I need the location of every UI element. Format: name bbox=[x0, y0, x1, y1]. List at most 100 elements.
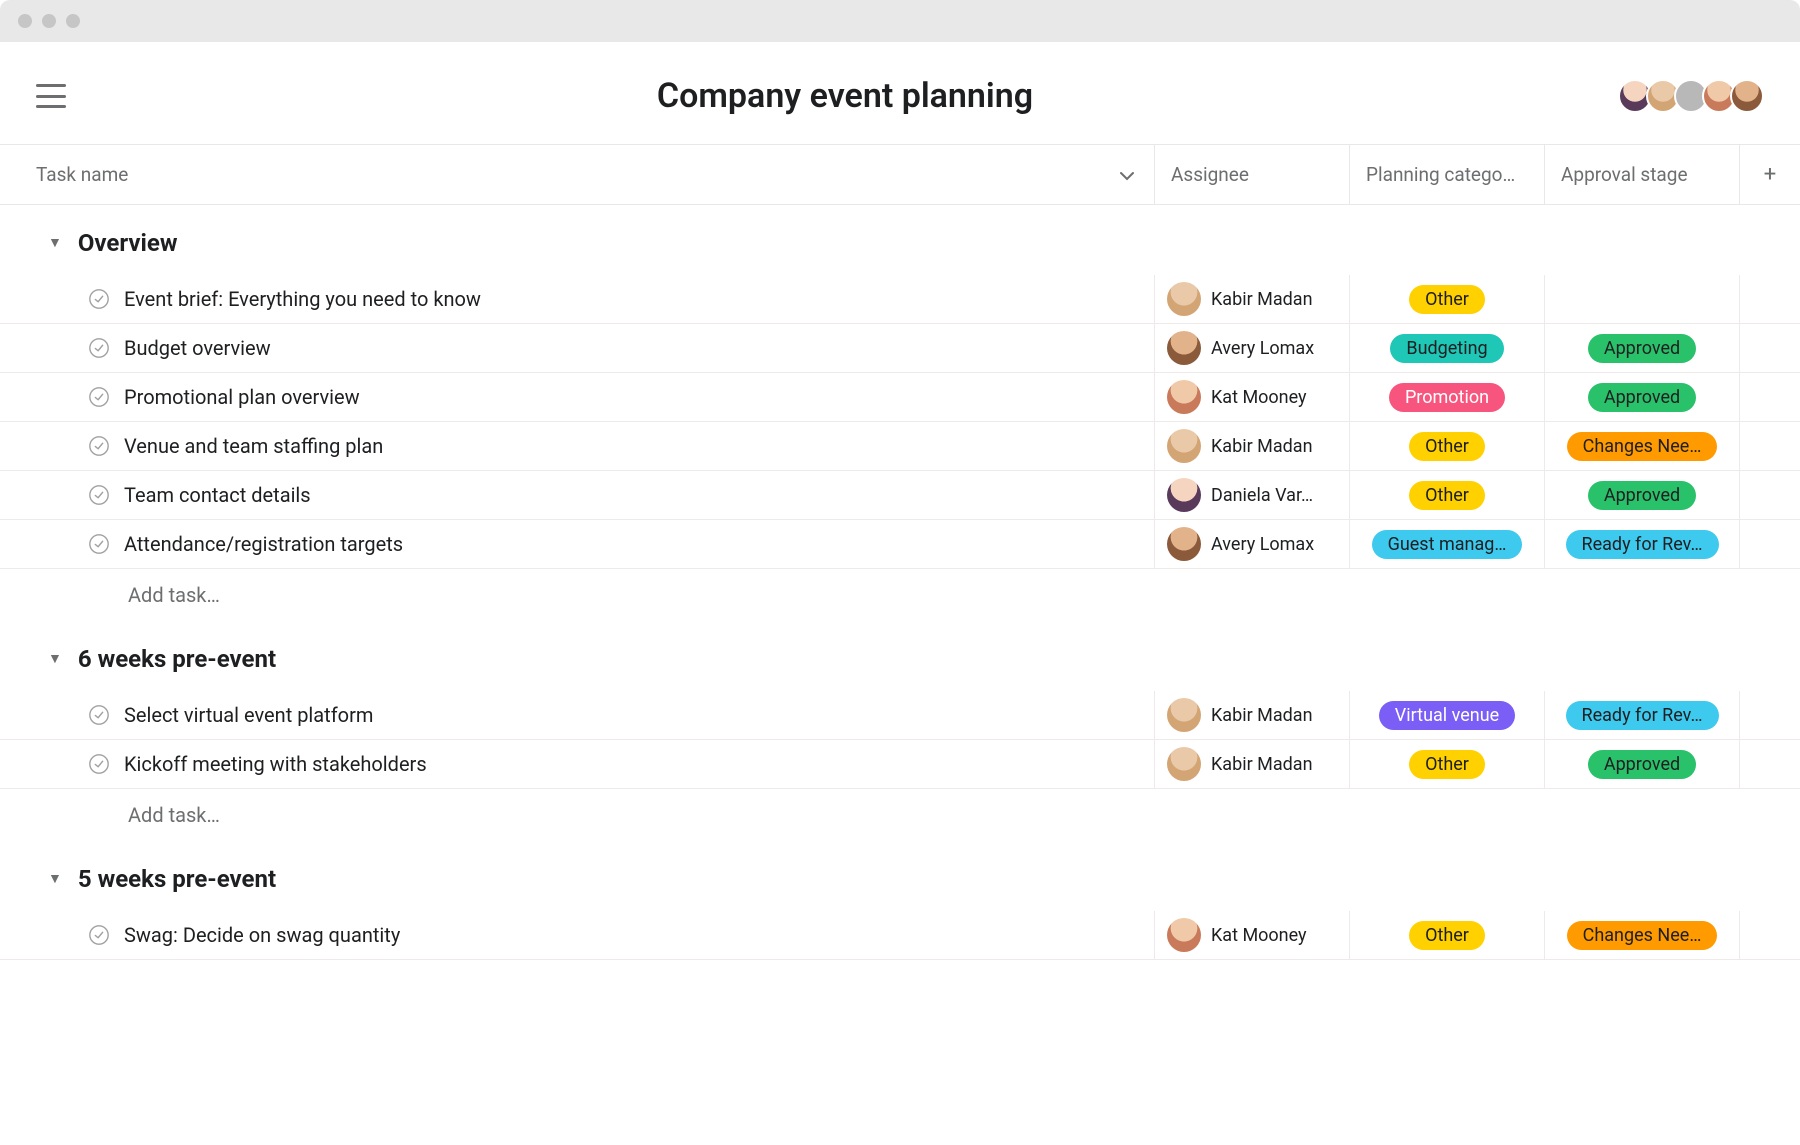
avatar bbox=[1167, 698, 1201, 732]
category-cell[interactable]: Virtual venue bbox=[1350, 691, 1545, 739]
triangle-down-icon[interactable]: ▼ bbox=[48, 234, 62, 251]
task-title-cell[interactable]: Venue and team staffing plan bbox=[0, 422, 1155, 470]
assignee-name: Kabir Madan bbox=[1211, 436, 1313, 457]
column-planning-category[interactable]: Planning catego… bbox=[1350, 145, 1545, 204]
assignee-cell[interactable]: Kabir Madan bbox=[1155, 691, 1350, 739]
assignee-cell[interactable]: Daniela Var… bbox=[1155, 471, 1350, 519]
stage-cell[interactable] bbox=[1545, 275, 1740, 323]
task-title-cell[interactable]: Attendance/registration targets bbox=[0, 520, 1155, 568]
task-title-cell[interactable]: Swag: Decide on swag quantity bbox=[0, 911, 1155, 959]
task-row[interactable]: Kickoff meeting with stakeholders Kabir M… bbox=[0, 740, 1800, 789]
category-pill: Other bbox=[1409, 285, 1485, 314]
avatar[interactable] bbox=[1730, 79, 1764, 113]
assignee-cell[interactable]: Kabir Madan bbox=[1155, 422, 1350, 470]
window-control-minimize[interactable] bbox=[42, 14, 56, 28]
check-circle-icon[interactable] bbox=[88, 753, 110, 775]
section-header[interactable]: ▼ 5 weeks pre-event bbox=[0, 841, 1800, 911]
task-title-cell[interactable]: Kickoff meeting with stakeholders bbox=[0, 740, 1155, 788]
stage-pill: Changes Nee… bbox=[1567, 921, 1718, 950]
check-circle-icon[interactable] bbox=[88, 435, 110, 457]
category-cell[interactable]: Budgeting bbox=[1350, 324, 1545, 372]
category-cell[interactable]: Other bbox=[1350, 422, 1545, 470]
chevron-down-icon[interactable] bbox=[1120, 163, 1134, 186]
task-row[interactable]: Swag: Decide on swag quantityKat Mooney O… bbox=[0, 911, 1800, 960]
avatar bbox=[1167, 380, 1201, 414]
menu-icon[interactable] bbox=[36, 84, 66, 108]
assignee-cell[interactable]: Avery Lomax bbox=[1155, 520, 1350, 568]
stage-cell[interactable]: Changes Nee… bbox=[1545, 911, 1740, 959]
column-planning-category-label: Planning catego… bbox=[1366, 163, 1515, 186]
assignee-cell[interactable]: Kabir Madan bbox=[1155, 275, 1350, 323]
section-title: 5 weeks pre-event bbox=[78, 865, 276, 893]
check-circle-icon[interactable] bbox=[88, 288, 110, 310]
window-control-close[interactable] bbox=[18, 14, 32, 28]
assignee-cell[interactable]: Avery Lomax bbox=[1155, 324, 1350, 372]
task-title-cell[interactable]: Select virtual event platform bbox=[0, 691, 1155, 739]
check-circle-icon[interactable] bbox=[88, 704, 110, 726]
column-approval-stage[interactable]: Approval stage bbox=[1545, 145, 1740, 204]
task-row[interactable]: Budget overviewAvery LomaxBudgeting Appro… bbox=[0, 324, 1800, 373]
window-control-zoom[interactable] bbox=[66, 14, 80, 28]
assignee-cell[interactable]: Kat Mooney bbox=[1155, 911, 1350, 959]
task-row[interactable]: Attendance/registration targetsAvery Lom… bbox=[0, 520, 1800, 569]
column-headers: Task name Assignee Planning catego… Appr… bbox=[0, 145, 1800, 205]
task-title-cell[interactable]: Event brief: Everything you need to know bbox=[0, 275, 1155, 323]
task-row[interactable]: Team contact details Daniela Var… OtherApp… bbox=[0, 471, 1800, 520]
row-spacer bbox=[1740, 275, 1800, 323]
task-title-cell[interactable]: Budget overview bbox=[0, 324, 1155, 372]
add-task-button[interactable]: Add task… bbox=[0, 789, 1800, 841]
column-task-name-label: Task name bbox=[36, 163, 128, 186]
stage-cell[interactable]: Approved bbox=[1545, 471, 1740, 519]
page-title: Company event planning bbox=[66, 76, 1624, 116]
check-circle-icon[interactable] bbox=[88, 484, 110, 506]
assignee-name: Daniela Var… bbox=[1211, 485, 1313, 506]
task-list: ▼OverviewEvent brief: Everything you nee… bbox=[0, 205, 1800, 960]
task-row[interactable]: Venue and team staffing plan Kabir Madan O… bbox=[0, 422, 1800, 471]
check-circle-icon[interactable] bbox=[88, 386, 110, 408]
row-spacer bbox=[1740, 520, 1800, 568]
stage-pill: Approved bbox=[1588, 334, 1696, 363]
assignee-cell[interactable]: Kabir Madan bbox=[1155, 740, 1350, 788]
task-row[interactable]: Promotional plan overviewKat MooneyPromo… bbox=[0, 373, 1800, 422]
add-column-button[interactable]: + bbox=[1740, 145, 1800, 204]
category-cell[interactable]: Other bbox=[1350, 275, 1545, 323]
stage-cell[interactable]: Approved bbox=[1545, 740, 1740, 788]
row-spacer bbox=[1740, 471, 1800, 519]
task-title: Event brief: Everything you need to know bbox=[124, 287, 481, 311]
stage-cell[interactable]: Approved bbox=[1545, 373, 1740, 421]
column-assignee-label: Assignee bbox=[1171, 163, 1249, 186]
task-row[interactable]: Select virtual event platformKabir Madan… bbox=[0, 691, 1800, 740]
check-circle-icon[interactable] bbox=[88, 924, 110, 946]
avatar bbox=[1167, 282, 1201, 316]
stage-cell[interactable]: Changes Nee… bbox=[1545, 422, 1740, 470]
column-task-name[interactable]: Task name bbox=[0, 145, 1155, 204]
assignee-cell[interactable]: Kat Mooney bbox=[1155, 373, 1350, 421]
avatar bbox=[1167, 918, 1201, 952]
category-pill: Other bbox=[1409, 921, 1485, 950]
task-title-cell[interactable]: Team contact details bbox=[0, 471, 1155, 519]
category-pill: Other bbox=[1409, 750, 1485, 779]
section-header[interactable]: ▼Overview bbox=[0, 205, 1800, 275]
category-cell[interactable]: Other bbox=[1350, 740, 1545, 788]
check-circle-icon[interactable] bbox=[88, 337, 110, 359]
category-cell[interactable]: Guest manag… bbox=[1350, 520, 1545, 568]
task-row[interactable]: Event brief: Everything you need to know… bbox=[0, 275, 1800, 324]
category-cell[interactable]: Promotion bbox=[1350, 373, 1545, 421]
row-spacer bbox=[1740, 324, 1800, 372]
triangle-down-icon[interactable]: ▼ bbox=[48, 870, 62, 887]
assignee-name: Kabir Madan bbox=[1211, 754, 1313, 775]
stage-cell[interactable]: Ready for Rev… bbox=[1545, 520, 1740, 568]
stage-cell[interactable]: Ready for Rev… bbox=[1545, 691, 1740, 739]
triangle-down-icon[interactable]: ▼ bbox=[48, 650, 62, 667]
section-header[interactable]: ▼6 weeks pre-event bbox=[0, 621, 1800, 691]
column-assignee[interactable]: Assignee bbox=[1155, 145, 1350, 204]
check-circle-icon[interactable] bbox=[88, 533, 110, 555]
assignee-name: Kabir Madan bbox=[1211, 289, 1313, 310]
add-task-button[interactable]: Add task… bbox=[0, 569, 1800, 621]
stage-cell[interactable]: Approved bbox=[1545, 324, 1740, 372]
project-members[interactable] bbox=[1624, 79, 1764, 113]
task-title-cell[interactable]: Promotional plan overview bbox=[0, 373, 1155, 421]
category-cell[interactable]: Other bbox=[1350, 471, 1545, 519]
page-header: Company event planning bbox=[0, 42, 1800, 145]
category-cell[interactable]: Other bbox=[1350, 911, 1545, 959]
